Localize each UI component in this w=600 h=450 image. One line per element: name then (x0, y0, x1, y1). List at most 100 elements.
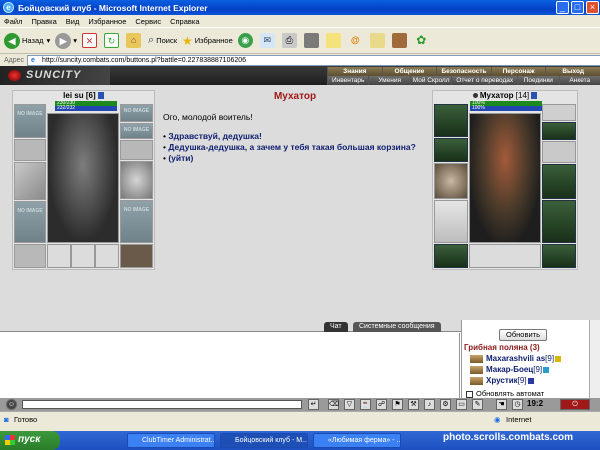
hand-icon[interactable]: ☚ (496, 399, 507, 410)
npc-weapon-slot[interactable] (434, 163, 468, 199)
boots-slot[interactable] (120, 244, 153, 268)
chat-input[interactable] (22, 400, 302, 409)
info-icon[interactable] (543, 366, 550, 373)
taskbar-item-farm[interactable]: «Любимая ферма» - ... (313, 433, 401, 448)
at-icon[interactable]: @ (348, 33, 363, 48)
tools-icon[interactable]: ⚒ (408, 399, 419, 410)
cup-icon[interactable]: ☕ (360, 399, 371, 410)
print-icon[interactable]: ⎙ (281, 33, 297, 48)
nav-inventory[interactable]: Инвентарь (327, 76, 369, 85)
address-input[interactable]: http://suncity.combats.com/buttons.pl?ba… (27, 54, 600, 66)
search-button[interactable]: ⌕ Поиск (148, 34, 177, 47)
nav-my-scroll[interactable]: Мой Скролл (409, 76, 452, 85)
user-list-item[interactable]: Maxarashvili as[9] (470, 354, 562, 363)
info-icon[interactable] (555, 355, 562, 362)
npc-armor-slot[interactable] (434, 200, 468, 243)
ring-slot[interactable] (120, 140, 153, 160)
npc-earring-slot[interactable] (542, 104, 576, 121)
back-button[interactable]: ◀ Назад ▾ (4, 32, 50, 49)
npc-bracer-slot[interactable] (434, 138, 468, 162)
user-list-scrollbar[interactable] (589, 320, 600, 398)
folder-icon[interactable] (369, 33, 385, 48)
nav-character[interactable]: Персонаж (490, 67, 546, 76)
close-button[interactable]: × (586, 1, 599, 14)
weapon-slot[interactable] (14, 162, 46, 200)
npc-belt-slot[interactable] (434, 244, 468, 268)
walk-icon[interactable]: ⚑ (392, 399, 403, 410)
nav-communication[interactable]: Общение (381, 67, 437, 76)
player-name-row[interactable]: lei su [6] (13, 91, 154, 100)
maximize-button[interactable]: □ (571, 1, 584, 14)
menu-tools[interactable]: Сервис (135, 17, 161, 26)
tab-system-messages[interactable]: Системные сообщения (353, 322, 441, 332)
favorites-button[interactable]: ★ Избранное (182, 34, 233, 48)
info-icon[interactable] (97, 92, 104, 100)
belt-slot[interactable] (14, 244, 46, 268)
smile-icon[interactable]: ☺ (6, 399, 17, 410)
user-list-item[interactable]: Макар-Боец[9] (470, 365, 550, 374)
stop-icon[interactable]: ✕ (82, 33, 98, 48)
earring-slot[interactable]: NO IMAGE (120, 104, 153, 122)
nav-transfer-report[interactable]: Отчет о переводах (451, 76, 518, 85)
taskbar-item-combats[interactable]: Бойцовский клуб - M... (220, 433, 308, 448)
npc-necklace-slot[interactable] (542, 122, 576, 140)
npc-ring-slot[interactable] (542, 141, 576, 163)
necklace-slot[interactable]: NO IMAGE (120, 123, 153, 139)
nav-fights[interactable]: Поединки (517, 76, 559, 85)
refresh-icon[interactable]: ↻ (104, 33, 120, 48)
menu-file[interactable]: Файл (4, 17, 22, 26)
clock-icon[interactable]: ◷ (512, 399, 523, 410)
note-icon[interactable] (325, 33, 341, 48)
npc-boots-slot[interactable] (542, 244, 576, 268)
music-icon[interactable]: ♪ (424, 399, 435, 410)
nav-knowledge[interactable]: Знания (327, 67, 382, 76)
eraser-icon[interactable]: ⌫ (328, 399, 339, 410)
menu-edit[interactable]: Правка (31, 17, 56, 26)
send-icon[interactable]: ↵ (308, 399, 319, 410)
minimize-button[interactable]: _ (556, 1, 569, 14)
dialog-option-2[interactable]: • Дедушка-дедушка, а зачем у тебя такая … (163, 142, 428, 153)
refresh-button[interactable]: Обновить (499, 329, 547, 341)
info-icon[interactable] (527, 377, 534, 384)
dialog-option-1[interactable]: • Здравствуй, дедушка! (163, 131, 428, 142)
book-icon[interactable] (391, 33, 407, 48)
bracer-slot[interactable] (14, 139, 46, 161)
nav-skills[interactable]: Умения (368, 76, 410, 85)
checkbox-icon[interactable] (466, 390, 473, 398)
user-name[interactable]: Макар-Боец (486, 365, 533, 374)
forward-button[interactable]: ▶ ▾ (55, 32, 77, 49)
filter-icon[interactable]: ▽ (344, 399, 355, 410)
dialog-option-text[interactable]: Дедушка-дедушка, а зачем у тебя такая бо… (168, 142, 416, 152)
pocket-slot-3[interactable] (95, 244, 119, 268)
pocket-slot-1[interactable] (47, 244, 71, 268)
home-icon[interactable]: ⌂ (126, 33, 142, 48)
npc-pocket-slots[interactable] (469, 244, 541, 268)
npc-legs-slot[interactable] (542, 200, 576, 243)
dialog-option-text[interactable]: (уйти) (168, 153, 193, 163)
menu-help[interactable]: Справка (170, 17, 199, 26)
taskbar-item-clubtimer[interactable]: ClubTimer Administrat... (127, 433, 215, 448)
exit-icon[interactable]: ⏻ (560, 399, 590, 410)
user-list-item[interactable]: Хрустик[9] (470, 376, 534, 385)
nav-exit[interactable]: Выход (545, 67, 600, 76)
npc-name-row[interactable]: Мухатор [14] (433, 91, 577, 100)
npc-shield-slot[interactable] (542, 164, 576, 199)
info-icon[interactable] (531, 92, 538, 100)
menu-favorites[interactable]: Избранное (88, 17, 126, 26)
nav-profile[interactable]: Анкета (558, 76, 600, 85)
menu-view[interactable]: Вид (66, 17, 80, 26)
player-avatar[interactable] (47, 113, 119, 243)
user-name[interactable]: Хрустик (486, 376, 518, 385)
legs-slot[interactable]: NO IMAGE (120, 200, 153, 243)
media-icon[interactable]: ◉ (237, 33, 253, 48)
npc-avatar[interactable] (469, 113, 541, 243)
messenger-icon[interactable]: ✿ (414, 33, 429, 48)
armor-slot[interactable]: NO IMAGE (14, 201, 46, 243)
report-icon[interactable]: ✎ (472, 399, 483, 410)
user-name[interactable]: Maxarashvili as (486, 354, 545, 363)
dialog-option-3[interactable]: • (уйти) (163, 153, 428, 164)
settings-icon[interactable]: ⚙ (440, 399, 451, 410)
tab-chat[interactable]: Чат (324, 322, 348, 332)
mail-icon[interactable]: ✉ (259, 33, 275, 48)
dialog-option-text[interactable]: Здравствуй, дедушка! (168, 131, 261, 141)
